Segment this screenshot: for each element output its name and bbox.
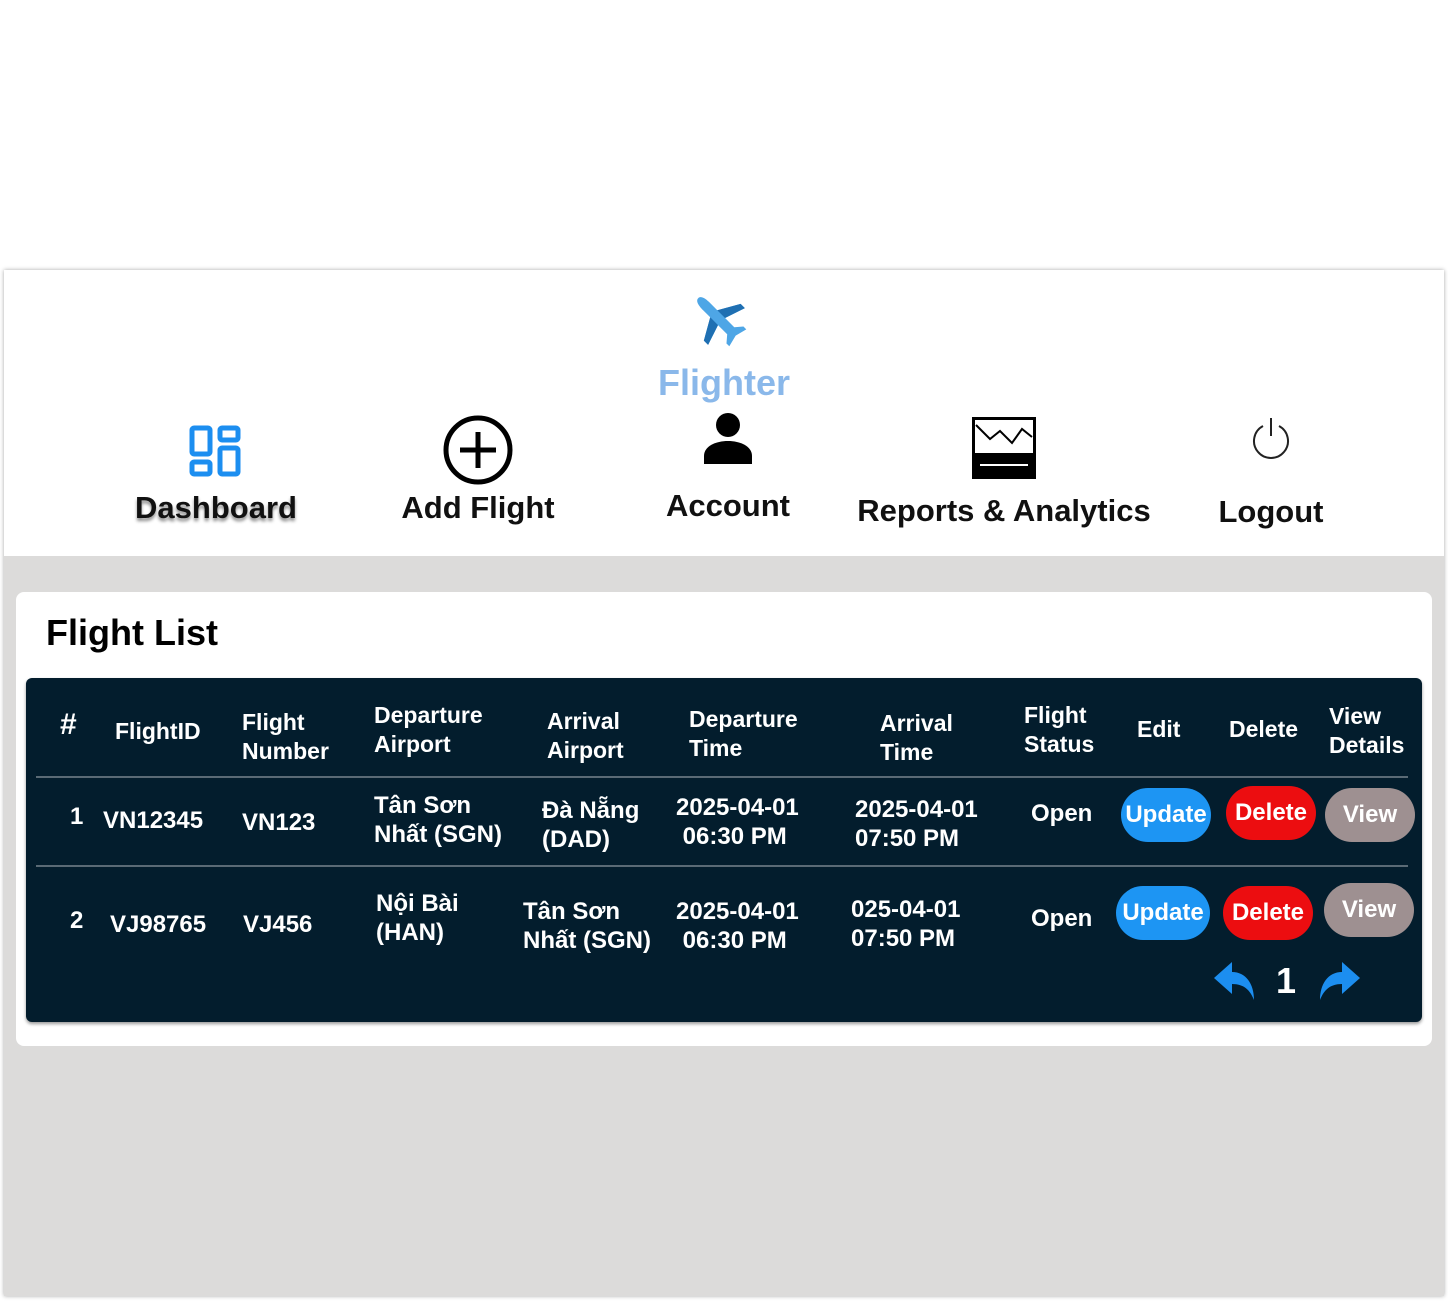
row-divider — [36, 865, 1408, 867]
update-button[interactable]: Update — [1121, 788, 1211, 842]
flight-list-card: Flight List # FlightID Flight Number Depa… — [16, 592, 1432, 1046]
cell-departure-time: 2025-04-01 06:30 PM — [676, 898, 799, 954]
nav-reports-label: Reports & Analytics — [857, 493, 1151, 528]
cell-flight-number: VJ456 — [243, 911, 313, 938]
col-header-arrival-time: Arrival Time — [880, 710, 953, 765]
cell-num: 1 — [70, 803, 84, 830]
view-button[interactable]: View — [1325, 788, 1415, 842]
nav-dashboard-label: Dashboard — [135, 490, 297, 525]
nav-logout-label: Logout — [1218, 494, 1324, 529]
power-icon — [1253, 418, 1289, 459]
col-header-departure-airport: Departure Airport — [374, 702, 483, 757]
header-divider — [36, 776, 1408, 778]
col-header-flight-status: Flight Status — [1024, 702, 1095, 757]
delete-button[interactable]: Delete — [1223, 886, 1313, 940]
arrow-left-icon[interactable] — [1212, 960, 1258, 1002]
user-icon — [704, 413, 752, 464]
flight-table: # FlightID Flight Number Departure Airport… — [26, 678, 1422, 1022]
cell-arrival-airport: Đà Nẵng (DAD) — [542, 797, 640, 853]
cell-departure-airport: Tân Sơn Nhất (SGN) — [374, 792, 502, 848]
col-header-delete: Delete — [1229, 716, 1299, 742]
chart-icon — [972, 417, 1036, 479]
nav-account[interactable]: Account — [628, 410, 828, 524]
col-header-departure-time: Departure Time — [689, 706, 798, 761]
cell-num: 2 — [70, 907, 84, 934]
plus-circle-icon — [443, 415, 513, 485]
brand-name: Flighter — [658, 362, 790, 403]
cell-flight-number: VN123 — [242, 809, 316, 836]
cell-departure-airport: Nội Bài (HAN) — [376, 890, 459, 946]
nav-dashboard[interactable]: Dashboard — [116, 410, 316, 526]
arrow-right-icon[interactable] — [1316, 960, 1362, 1002]
cell-departure-time: 2025-04-01 06:30 PM — [676, 794, 799, 850]
nav-account-label: Account — [666, 488, 790, 523]
view-button[interactable]: View — [1324, 883, 1414, 937]
col-header-flight-number: Flight Number — [242, 709, 329, 764]
col-header-num: # — [60, 708, 77, 741]
nav-logout[interactable]: Logout — [1171, 410, 1371, 530]
col-header-edit: Edit — [1137, 716, 1181, 742]
app-frame: Flighter Dashboard Add Flight Account Re… — [4, 270, 1444, 1296]
cell-arrival-time: 025-04-01 07:50 PM — [851, 896, 961, 952]
cell-arrival-time: 2025-04-01 07:50 PM — [855, 796, 978, 852]
cell-arrival-airport: Tân Sơn Nhất (SGN) — [523, 898, 651, 954]
col-header-view-details: View Details — [1329, 703, 1405, 758]
airplane-icon — [697, 297, 747, 347]
cell-flight-id: VJ98765 — [110, 911, 207, 938]
cell-status: Open — [1031, 800, 1093, 827]
cell-status: Open — [1031, 905, 1093, 932]
app-header: Flighter Dashboard Add Flight Account Re… — [4, 270, 1444, 556]
update-button[interactable]: Update — [1116, 886, 1210, 940]
dashboard-grid-icon — [189, 425, 241, 477]
col-header-arrival-airport: Arrival Airport — [547, 708, 624, 763]
col-header-flight-id: FlightID — [115, 718, 201, 744]
flight-list-title: Flight List — [46, 612, 218, 653]
cell-flight-id: VN12345 — [103, 807, 204, 834]
nav-add-flight-label: Add Flight — [401, 490, 555, 525]
nav-add-flight[interactable]: Add Flight — [378, 410, 578, 526]
nav-reports[interactable]: Reports & Analytics — [844, 410, 1164, 529]
delete-button[interactable]: Delete — [1226, 786, 1316, 840]
page-number: 1 — [1276, 960, 1297, 1001]
